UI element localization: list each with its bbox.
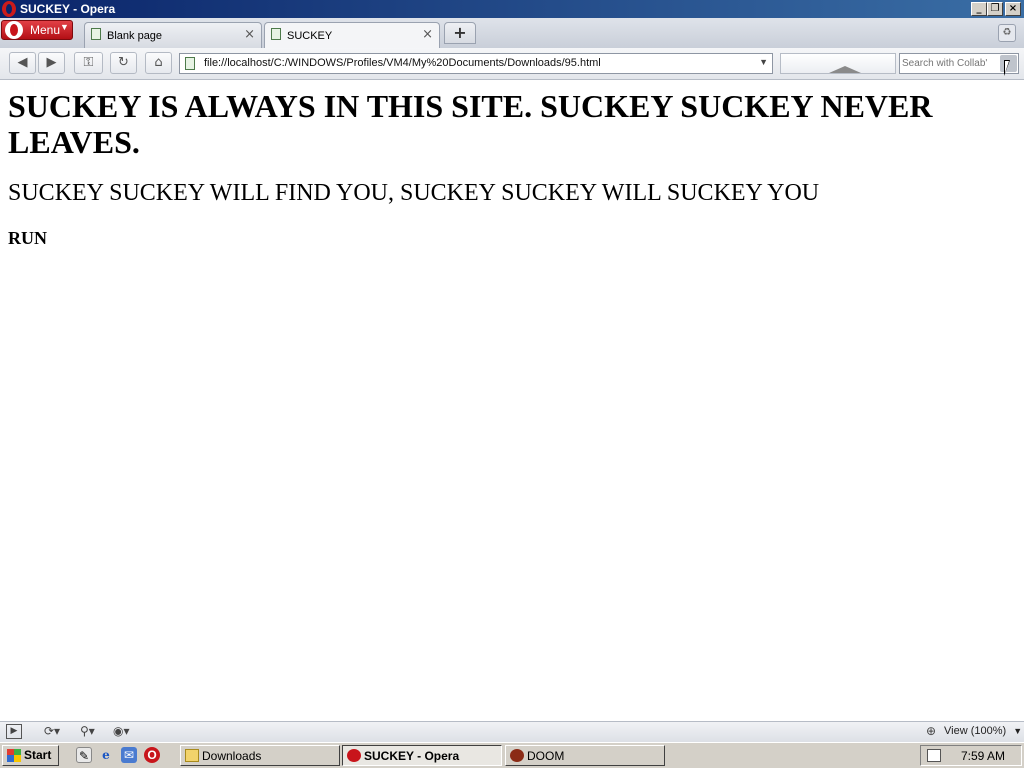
triangle-icon: [829, 66, 861, 73]
tab-0[interactable]: Blank page ×: [84, 22, 262, 48]
zoom-label[interactable]: View (100%) ▼: [944, 725, 1022, 737]
network-icon[interactable]: [927, 749, 941, 762]
menu-label: Menu: [30, 23, 61, 37]
toolbar-drag-area: [780, 53, 896, 74]
address-bar[interactable]: file://localhost/C:/WINDOWS/Profiles/VM4…: [179, 53, 773, 74]
opera-icon: [2, 1, 16, 17]
opera-menu-button[interactable]: Menu ▼: [1, 20, 73, 40]
system-tray: 7:59 AM: [920, 745, 1022, 766]
unite-icon[interactable]: ◉▾: [113, 724, 130, 739]
clock[interactable]: 7:59 AM: [961, 749, 1005, 763]
start-label: Start: [24, 748, 52, 762]
taskbar-task-label: DOOM: [527, 749, 565, 763]
chevron-down-icon: ▼: [60, 22, 69, 32]
status-bar: ▶ ⟳▾ ⚲▾ ◉▾ ⊕ View (100%) ▼: [0, 721, 1024, 742]
taskbar-task-2[interactable]: DOOM: [505, 745, 665, 766]
close-tab-icon[interactable]: ×: [422, 27, 433, 42]
heading-3: RUN: [8, 228, 47, 248]
home-button[interactable]: ⌂: [145, 52, 172, 74]
panel-toggle-icon[interactable]: ▶: [6, 724, 22, 739]
search-input[interactable]: [902, 56, 994, 71]
internet-explorer-icon[interactable]: e: [98, 747, 114, 763]
zoom-value[interactable]: View (100%): [944, 725, 1006, 737]
opera-quicklaunch-icon[interactable]: O: [144, 747, 160, 763]
taskbar-task-0[interactable]: Downloads: [180, 745, 340, 766]
start-button[interactable]: Start: [2, 745, 59, 766]
address-dropdown-icon[interactable]: ▼: [759, 57, 768, 67]
outlook-express-icon[interactable]: ✉: [121, 747, 137, 763]
address-url[interactable]: file://localhost/C:/WINDOWS/Profiles/VM4…: [204, 57, 601, 69]
tab-title: Blank page: [107, 30, 163, 42]
tab-1[interactable]: SUCKEY ×: [264, 22, 440, 49]
sync-icon[interactable]: ⟳▾: [44, 724, 60, 739]
back-button[interactable]: ◀: [9, 52, 36, 74]
zoom-icon[interactable]: ⊕: [926, 724, 936, 739]
key-icon[interactable]: ⚿: [74, 52, 103, 74]
opera-logo-icon: [5, 21, 23, 39]
page-icon: [271, 28, 281, 40]
taskbar-task-label: Downloads: [202, 749, 262, 763]
close-tab-icon[interactable]: ×: [244, 27, 255, 42]
search-box[interactable]: [899, 53, 1019, 74]
windows-taskbar: Start ✎ e ✉ O Downloads SUCKEY - Opera DOO…: [0, 742, 1024, 768]
windows-logo-icon: [7, 749, 21, 762]
tab-title: SUCKEY: [287, 30, 333, 42]
navigation-toolbar: ◀ ▶ ⚿ ↻ ⌂ file://localhost/C:/WINDOWS/Pr…: [0, 48, 1024, 80]
reload-button[interactable]: ↻: [110, 52, 137, 74]
folder-icon: [185, 749, 199, 762]
trash-icon[interactable]: ♻: [998, 24, 1016, 42]
zoom-chevron-icon[interactable]: ▼: [1013, 726, 1022, 736]
heading-2: SUCKEY SUCKEY WILL FIND YOU, SUCKEY SUCK…: [8, 180, 820, 206]
page-icon: [185, 57, 195, 70]
mouse-cursor-icon: [1004, 60, 1010, 76]
window-title: SUCKEY - Opera: [20, 2, 116, 16]
window-titlebar[interactable]: SUCKEY - Opera _ ❐ ×: [0, 0, 1024, 18]
tab-strip: Menu ▼ Blank page × SUCKEY × + ♻: [0, 18, 1024, 49]
opera-icon: [347, 749, 361, 762]
page-content: SUCKEY IS ALWAYS IN THIS SITE. SUCKEY SU…: [0, 80, 1024, 721]
new-tab-button[interactable]: +: [444, 22, 476, 44]
taskbar-task-label: SUCKEY - Opera: [364, 749, 460, 763]
show-desktop-icon[interactable]: ✎: [76, 747, 92, 763]
restore-button[interactable]: ❐: [987, 2, 1003, 16]
forward-button[interactable]: ▶: [38, 52, 65, 74]
doom-icon: [510, 749, 524, 762]
page-icon: [91, 28, 101, 40]
close-button[interactable]: ×: [1005, 2, 1021, 16]
share-icon[interactable]: ⚲▾: [80, 724, 95, 739]
heading-1: SUCKEY IS ALWAYS IN THIS SITE. SUCKEY SU…: [8, 88, 933, 160]
minimize-button[interactable]: _: [971, 2, 987, 16]
taskbar-task-1[interactable]: SUCKEY - Opera: [342, 745, 502, 766]
